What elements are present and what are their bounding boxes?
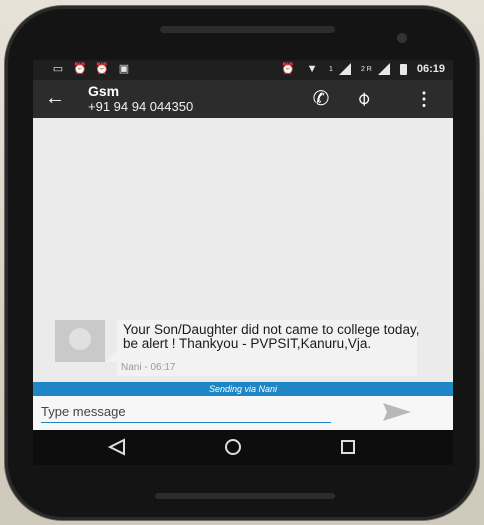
- signal-icon: [376, 63, 390, 75]
- more-vert-icon[interactable]: ⋮: [415, 86, 433, 112]
- nav-recents-icon[interactable]: [339, 438, 357, 456]
- phone-screen: ▭ ⏰ ⏰ ▣ ⏰ ▼ 1 2 R 06:19 ← Gsm +91 94 94 …: [33, 60, 453, 465]
- clock: 06:19: [416, 63, 445, 75]
- system-icons: ⏰ ▼ 1 2 R 06:19: [281, 63, 445, 75]
- sim2-label: 2 R: [360, 65, 372, 73]
- alarm-icon: ⏰: [95, 63, 109, 75]
- bubble-tail: [105, 350, 117, 362]
- message-input[interactable]: [41, 400, 331, 423]
- message-thread[interactable]: Your Son/Daughter did not came to colleg…: [33, 118, 453, 382]
- briefcase-icon: ▣: [118, 63, 130, 75]
- message-timestamp: Nani - 06:17: [121, 362, 176, 373]
- back-arrow-icon[interactable]: ←: [43, 86, 67, 110]
- bottom-speaker: [155, 493, 335, 499]
- status-bar: ▭ ⏰ ⏰ ▣ ⏰ ▼ 1 2 R 06:19: [33, 60, 453, 80]
- nav-back-icon[interactable]: [107, 438, 127, 456]
- alarm-icon: ⏰: [281, 63, 295, 75]
- battery-icon: [399, 63, 407, 75]
- wifi-icon: ▼: [306, 63, 318, 75]
- front-camera: [397, 33, 407, 43]
- earpiece-speaker: [160, 26, 335, 33]
- phone-icon[interactable]: ✆: [308, 86, 334, 112]
- paperclip-icon[interactable]: ⌀: [346, 81, 383, 118]
- signal-icon: [337, 63, 351, 75]
- alarm-icon: ⏰: [73, 63, 87, 75]
- sim1-label: 1: [329, 65, 333, 73]
- contact-number: +91 94 94 044350: [88, 99, 194, 114]
- notification-icons: ▭ ⏰ ⏰ ▣: [51, 63, 131, 75]
- message-item[interactable]: Your Son/Daughter did not came to colleg…: [33, 320, 453, 380]
- navigation-bar: [33, 430, 453, 465]
- compose-bar: [33, 396, 453, 430]
- conversation-toolbar: ← Gsm +91 94 94 044350 ✆ ⌀ ⋮: [33, 80, 453, 118]
- send-icon[interactable]: [381, 400, 413, 424]
- message-icon: ▭: [52, 63, 64, 75]
- contact-name: Gsm: [88, 83, 120, 99]
- sending-status: Sending via Nani: [33, 382, 453, 396]
- message-text: Your Son/Daughter did not came to colleg…: [123, 322, 420, 351]
- avatar[interactable]: [55, 320, 105, 362]
- nav-home-icon[interactable]: [223, 437, 243, 457]
